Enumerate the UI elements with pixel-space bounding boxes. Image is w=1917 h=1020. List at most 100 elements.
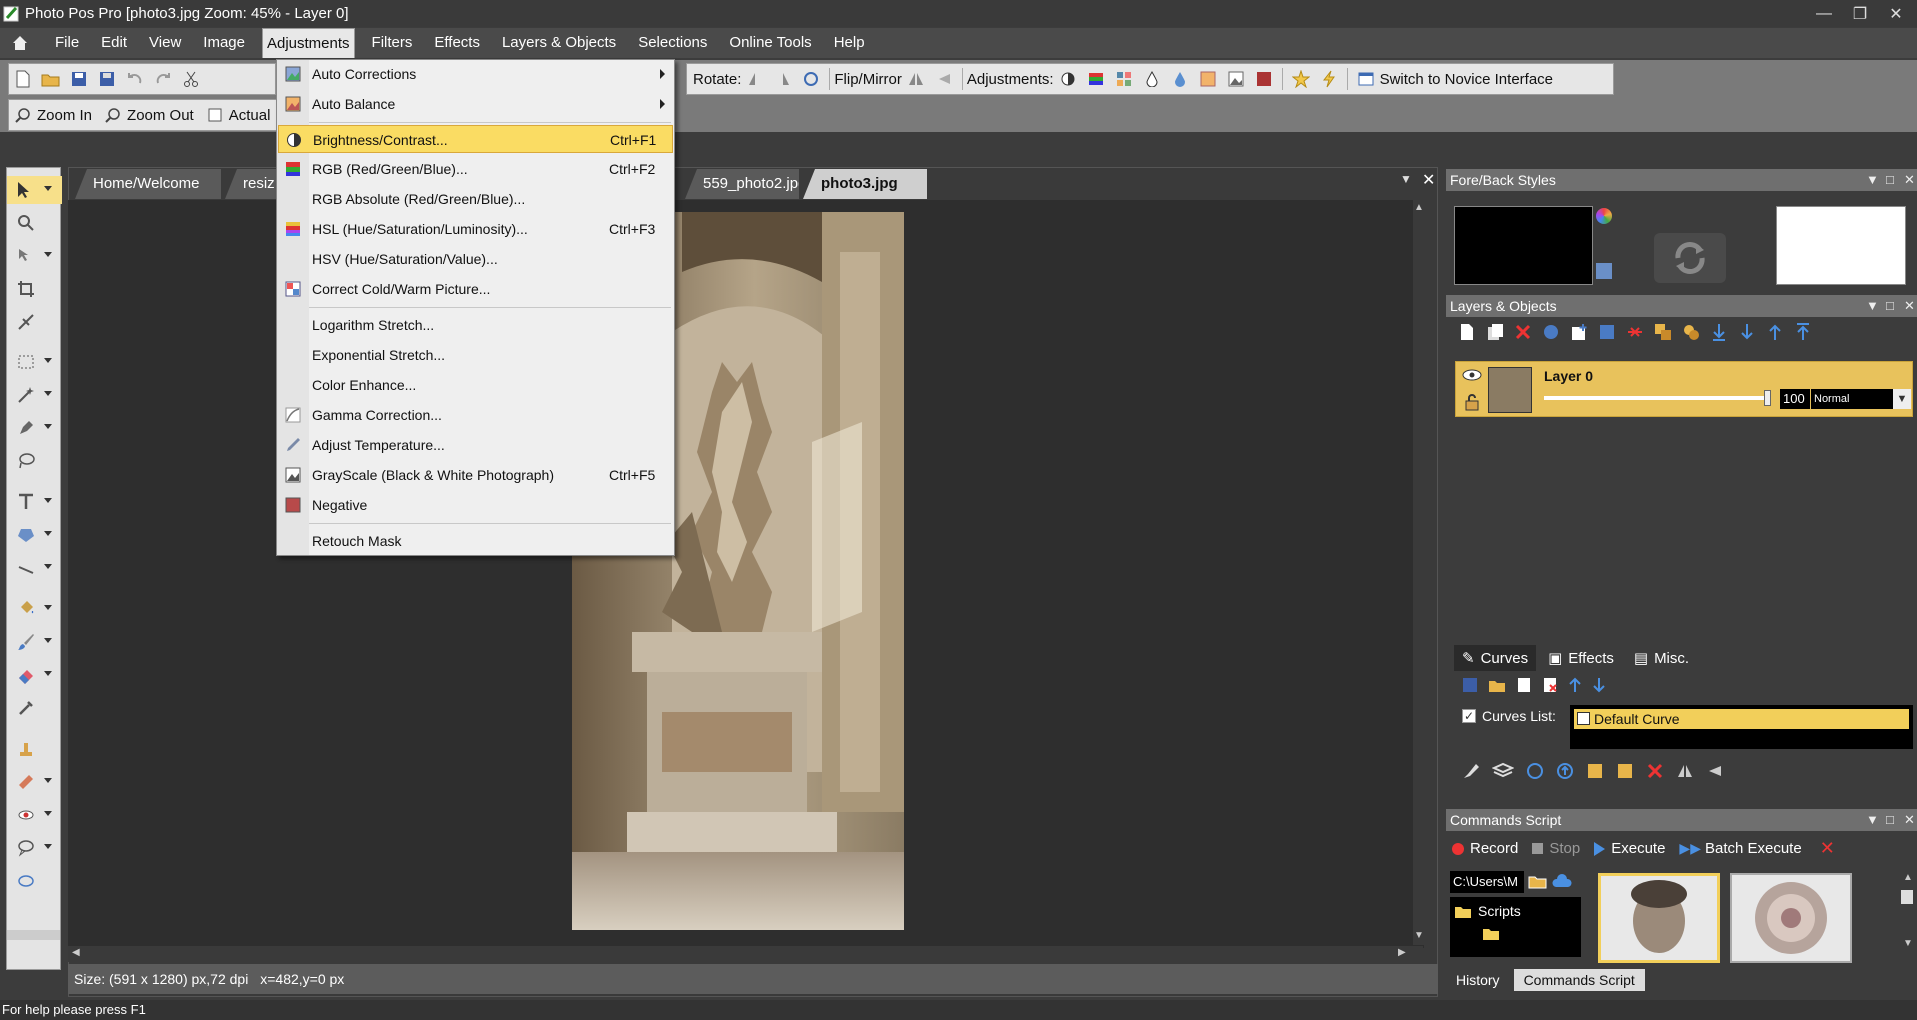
menu-file[interactable]: File [44,28,90,58]
rgb-icon[interactable] [1085,68,1107,90]
undo-icon[interactable] [124,68,146,90]
pointer-tool[interactable] [7,176,62,204]
add-object-icon[interactable] [1570,323,1588,341]
blend-mode-select[interactable]: Normal ▼ [1811,389,1911,409]
curve-add-point-icon[interactable] [1526,762,1544,780]
line-tool[interactable] [7,554,62,582]
opacity-slider-track[interactable] [1544,396,1768,400]
menu-item-logarithm-stretch[interactable]: Logarithm Stretch... [278,311,673,339]
tab-effects[interactable]: ▣ Effects [1540,645,1622,671]
ungroup-icon[interactable] [1682,323,1700,341]
zoom-in-icon[interactable] [12,104,34,126]
new-curve-icon[interactable] [1516,677,1532,693]
tab-photo3[interactable]: photo3.jpg [803,169,927,199]
shape-tool[interactable] [7,521,62,549]
thumbnails-scrollbar[interactable]: ▲ ▼ [1901,872,1915,952]
tab-photo2[interactable]: 559_photo2.jpg [685,169,799,199]
script-thumbnail-portrait[interactable] [1598,873,1720,963]
merge-down-icon[interactable] [1598,323,1616,341]
lock-icon[interactable] [1464,393,1480,411]
speech-bubble-tool[interactable] [7,834,62,862]
crop-tool[interactable] [7,275,62,303]
menu-item-adjust-temperature[interactable]: Adjust Temperature... [278,431,673,459]
home-icon[interactable] [0,28,40,58]
curve-up-point-icon[interactable] [1556,762,1574,780]
script-path-input[interactable]: C:\Users\M [1450,871,1524,893]
delete-layer-icon[interactable] [1514,323,1532,341]
save-curve-icon[interactable] [1462,677,1478,693]
curve-up-icon[interactable] [1568,677,1582,693]
panel-pin-icon[interactable]: □ [1886,295,1894,317]
menu-online-tools[interactable]: Online Tools [718,28,822,58]
balloon-tool[interactable] [7,867,62,895]
actual-size-icon[interactable] [204,104,226,126]
toolbox-scroll[interactable] [7,930,60,940]
magic-wand-tool[interactable] [7,381,62,409]
eraser-tool[interactable] [7,661,62,689]
record-button[interactable]: Record [1452,838,1518,859]
landscape-icon[interactable] [1225,68,1247,90]
menu-image[interactable]: Image [192,28,256,58]
curve-item-checkbox[interactable] [1577,712,1590,725]
color-wheel-icon[interactable] [1596,208,1612,224]
open-script-folder-icon[interactable] [1528,873,1548,889]
menu-item-grayscale[interactable]: GrayScale (Black & White Photograph) Ctr… [278,461,673,489]
menu-effects[interactable]: Effects [423,28,491,58]
layer-row[interactable]: Layer 0 100 Normal ▼ [1455,361,1913,417]
clone-stamp-tool[interactable] [7,735,62,763]
text-tool[interactable] [7,488,62,516]
negative-icon[interactable] [1253,68,1275,90]
panel-close-icon[interactable]: ✕ [1904,169,1915,191]
panel-pin-icon[interactable]: □ [1886,809,1894,831]
menu-item-rgb-absolute[interactable]: RGB Absolute (Red/Green/Blue)... [278,185,673,213]
swap-colors-icon[interactable] [1654,233,1726,283]
opacity-value[interactable]: 100 [1780,389,1810,409]
menu-adjustments[interactable]: Adjustments [261,28,355,58]
curve-export-icon[interactable] [1616,762,1634,780]
horizontal-scrollbar[interactable]: ◀ ▶ [68,946,1423,962]
straighten-tool[interactable] [7,308,62,336]
curve-flip-h-icon[interactable] [1676,762,1694,780]
minimize-icon[interactable]: — [1806,0,1842,27]
menu-edit[interactable]: Edit [90,28,138,58]
move-tool[interactable] [7,242,62,270]
scripts-folder-label[interactable]: Scripts [1478,903,1521,919]
pen-tool[interactable] [7,414,62,442]
lightning-icon[interactable] [1318,68,1340,90]
menu-item-hsv[interactable]: HSV (Hue/Saturation/Value)... [278,245,673,273]
panel-close-icon[interactable]: ✕ [1904,809,1915,831]
menu-selections[interactable]: Selections [627,28,718,58]
duplicate-layer-icon[interactable] [1486,323,1504,341]
move-layer-top-icon[interactable] [1794,323,1812,341]
menu-item-hsl[interactable]: HSL (Hue/Saturation/Luminosity)... Ctrl+… [278,215,673,243]
batch-execute-button[interactable]: ▶▶ Batch Execute [1679,838,1801,859]
clear-commands-icon[interactable]: ✕ [1820,838,1835,859]
panel-menu-icon[interactable]: ▼ [1866,169,1879,191]
menu-view[interactable]: View [138,28,192,58]
menu-help[interactable]: Help [823,28,876,58]
menu-layers-objects[interactable]: Layers & Objects [491,28,627,58]
panel-pin-icon[interactable]: □ [1886,169,1894,191]
menu-item-rgb[interactable]: RGB (Red/Green/Blue)... Ctrl+F2 [278,155,673,183]
new-layer-icon[interactable] [1458,323,1476,341]
visibility-eye-icon[interactable] [1462,368,1482,382]
switch-novice-button[interactable]: Switch to Novice Interface [1380,71,1553,88]
cut-icon[interactable] [180,68,202,90]
brightness-contrast-icon[interactable] [1057,68,1079,90]
delete-curve-icon[interactable] [1542,677,1558,693]
open-curve-icon[interactable] [1488,677,1506,693]
tab-home-welcome[interactable]: Home/Welcome [75,169,221,199]
group-icon[interactable] [1654,323,1672,341]
color-balance-icon[interactable] [1113,68,1135,90]
opacity-slider-handle[interactable] [1764,390,1771,406]
move-layer-down-icon[interactable] [1738,323,1756,341]
menu-item-exponential-stretch[interactable]: Exponential Stretch... [278,341,673,369]
restore-icon[interactable]: ❐ [1842,0,1878,27]
curves-list-checkbox[interactable]: ✓ [1462,709,1476,723]
flip-horizontal-icon[interactable] [905,68,927,90]
tabs-dropdown-icon[interactable]: ▼ [1400,172,1412,186]
curves-list[interactable]: Default Curve [1570,705,1913,749]
selection-tool[interactable] [7,348,62,376]
menu-item-brightness-contrast[interactable]: Brightness/Contrast... Ctrl+F1 [278,125,673,153]
panel-menu-icon[interactable]: ▼ [1866,295,1879,317]
